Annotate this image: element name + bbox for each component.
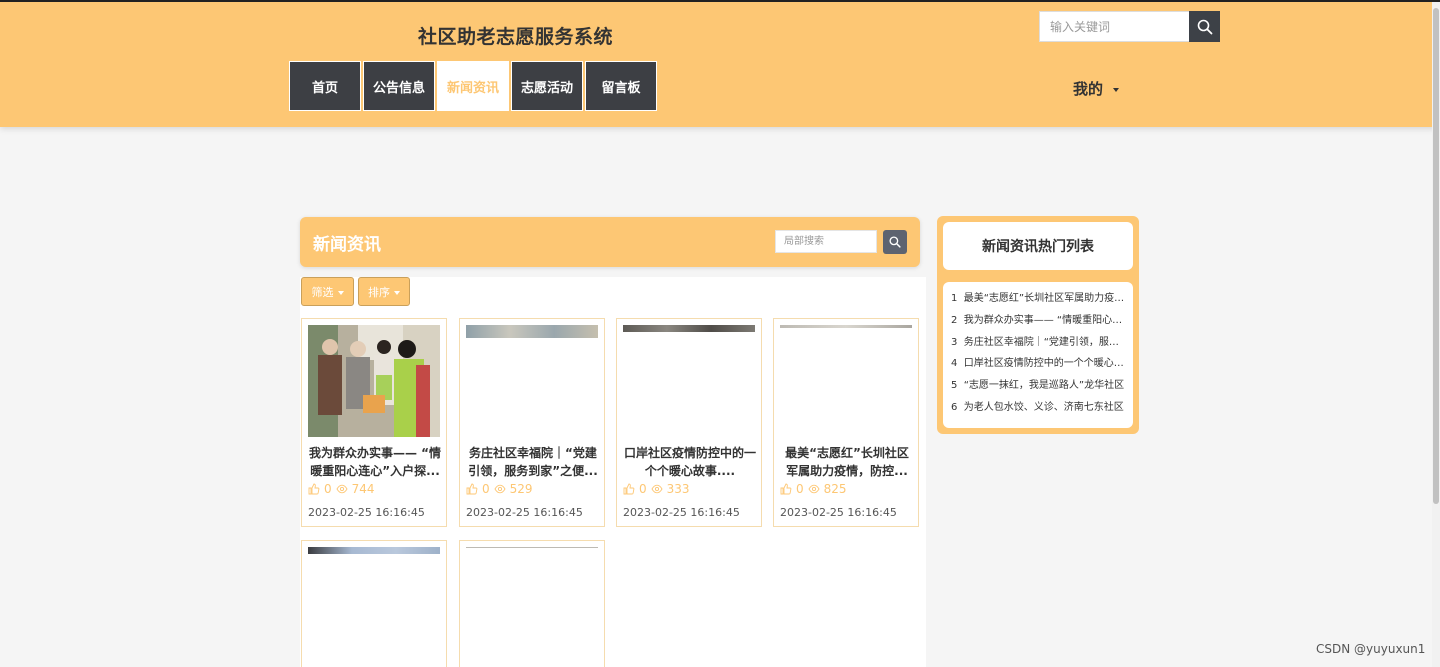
- eye-icon: [651, 484, 663, 494]
- image-fragment: [780, 325, 912, 328]
- my-account-label: 我的: [1073, 80, 1104, 98]
- sort-label: 排序: [368, 285, 390, 299]
- news-card-date: 2023-02-25 16:16:45: [623, 506, 740, 519]
- nav-item-message-board[interactable]: 留言板: [585, 61, 657, 111]
- nav-item-home[interactable]: 首页: [289, 61, 361, 111]
- thumbs-up-icon: [623, 483, 635, 495]
- news-card-stats: 0 333: [623, 482, 690, 496]
- chevron-down-icon: [394, 290, 400, 295]
- hot-news-item[interactable]: 4 口岸社区疫情防控中的一个个暖心故事: [951, 353, 1125, 375]
- news-card-likes: 0: [324, 482, 332, 496]
- news-card[interactable]: 最美“志愿红”长圳社区军属助力疫情，防控... 0 825 2023-02-25…: [773, 318, 919, 527]
- scrollbar-thumb[interactable]: [1433, 8, 1439, 504]
- news-card-stats: 0 744: [308, 482, 375, 496]
- hot-news-title: 新闻资讯热门列表: [943, 222, 1133, 270]
- chevron-down-icon: [337, 290, 344, 295]
- news-section-title: 新闻资讯: [313, 235, 381, 255]
- hot-news-rank: 2: [951, 314, 958, 326]
- eye-icon: [336, 484, 348, 494]
- news-card-stats: 0 825: [780, 482, 847, 496]
- news-card[interactable]: [301, 540, 447, 667]
- news-card-title: 我为群众办实事—— “情暖重阳心连心”入户探...: [308, 446, 442, 478]
- news-card[interactable]: 我为群众办实事—— “情暖重阳心连心”入户探... 0 744 2023-02-…: [301, 318, 447, 527]
- news-card-title: 最美“志愿红”长圳社区军属助力疫情，防控...: [785, 446, 909, 478]
- chevron-down-icon: [1113, 87, 1120, 92]
- news-card-views: 825: [823, 482, 847, 496]
- hot-news-item[interactable]: 1 最美“志愿红”长圳社区军属助力疫情防控: [951, 288, 1125, 310]
- hot-news-rank: 6: [951, 401, 958, 413]
- hot-news-item[interactable]: 2 我为群众办实事—— “情暖重阳心连心”入户探访: [951, 310, 1125, 332]
- image-fragment: [466, 325, 598, 338]
- hot-news-rank: 1: [951, 293, 958, 304]
- news-section: 新闻资讯 筛选 排序: [300, 217, 926, 667]
- image-fragment: [466, 547, 598, 548]
- hot-news-text: “志愿一抹红，我是巡路人”龙华社区: [963, 380, 1125, 392]
- volunteers-photo: [308, 325, 440, 437]
- news-card-date: 2023-02-25 16:16:45: [308, 506, 425, 519]
- site-header: 社区助老志愿服务系统 首页 公告信息 新闻资讯 志愿活动 留言板 我的: [0, 2, 1436, 127]
- thumbs-up-icon: [780, 483, 792, 495]
- news-card-date: 2023-02-25 16:16:45: [780, 506, 897, 519]
- thumbs-up-icon: [308, 483, 320, 495]
- news-card-image: [623, 325, 755, 437]
- sort-button[interactable]: 排序: [358, 277, 410, 306]
- news-card-likes: 0: [639, 482, 647, 496]
- nav-item-announcements[interactable]: 公告信息: [363, 61, 435, 111]
- thumbs-up-icon: [466, 483, 478, 495]
- search-icon: [889, 236, 901, 248]
- hot-news-list: 1 最美“志愿红”长圳社区军属助力疫情防控 2 我为群众办实事—— “情暖重阳心…: [943, 282, 1133, 428]
- news-card-image: [308, 325, 440, 437]
- main-nav: 首页 公告信息 新闻资讯 志愿活动 留言板: [289, 61, 657, 111]
- hot-news-rank: 4: [951, 358, 958, 370]
- news-card-views: 744: [351, 482, 375, 496]
- news-card-views: 529: [509, 482, 533, 496]
- hot-news-text: 我为群众办实事—— “情暖重阳心连心”入户探访: [963, 314, 1125, 326]
- news-card-image: [308, 547, 440, 659]
- search-icon: [1197, 19, 1212, 34]
- image-fragment: [623, 325, 755, 332]
- news-card-title: 口岸社区疫情防控中的一个个暖心故事....: [623, 446, 756, 478]
- image-fragment: [308, 547, 440, 554]
- hot-news-item[interactable]: 5 “志愿一抹红，我是巡路人”龙华社区: [951, 375, 1125, 397]
- news-card-image: [466, 325, 598, 437]
- page-scrollbar[interactable]: [1432, 2, 1440, 667]
- eye-icon: [808, 484, 820, 494]
- local-search-input[interactable]: [775, 230, 877, 253]
- news-card-likes: 0: [796, 482, 804, 496]
- news-card[interactable]: [459, 540, 605, 667]
- hot-news-text: 为老人包水饺、义诊、济南七东社区: [963, 401, 1124, 413]
- hot-news-rank: 3: [951, 336, 958, 348]
- hot-news-text: 最美“志愿红”长圳社区军属助力疫情防控: [963, 293, 1125, 304]
- hot-news-item[interactable]: 3 务庄社区幸福院｜“党建引领，服务到家”: [951, 332, 1125, 354]
- eye-icon: [494, 484, 506, 494]
- site-title: 社区助老志愿服务系统: [418, 26, 614, 48]
- top-search-button[interactable]: [1189, 11, 1220, 42]
- news-card-date: 2023-02-25 16:16:45: [466, 506, 583, 519]
- filter-button[interactable]: 筛选: [301, 277, 354, 306]
- nav-item-volunteer-activities[interactable]: 志愿活动: [511, 61, 583, 111]
- news-card-likes: 0: [482, 482, 490, 496]
- hot-news-text: 口岸社区疫情防控中的一个个暖心故事: [963, 358, 1125, 370]
- top-search-bar: [1039, 11, 1220, 42]
- hot-news-sidebar: 新闻资讯热门列表 1 最美“志愿红”长圳社区军属助力疫情防控 2 我为群众办实事…: [937, 216, 1139, 434]
- hot-news-rank: 5: [951, 380, 958, 392]
- news-card-stats: 0 529: [466, 482, 533, 496]
- news-header: 新闻资讯: [300, 217, 920, 267]
- news-card-image: [466, 547, 598, 659]
- news-card-title: 务庄社区幸福院｜“党建引领，服务到家”之便...: [468, 446, 598, 478]
- hot-news-text: 务庄社区幸福院｜“党建引领，服务到家”: [963, 336, 1125, 348]
- filter-label: 筛选: [311, 285, 334, 299]
- local-search-button[interactable]: [883, 230, 907, 254]
- watermark: CSDN @yuyuxun1: [1316, 642, 1426, 656]
- news-card[interactable]: 口岸社区疫情防控中的一个个暖心故事.... 0 333 2023-02-25 1…: [616, 318, 762, 527]
- hot-news-item[interactable]: 6 为老人包水饺、义诊、济南七东社区: [951, 397, 1125, 419]
- my-account-menu[interactable]: 我的: [1073, 78, 1120, 99]
- news-card[interactable]: 务庄社区幸福院｜“党建引领，服务到家”之便... 0 529 2023-02-2…: [459, 318, 605, 527]
- news-card-views: 333: [666, 482, 690, 496]
- top-search-input[interactable]: [1039, 11, 1190, 42]
- news-card-image: [780, 325, 912, 437]
- nav-item-news[interactable]: 新闻资讯: [437, 61, 509, 111]
